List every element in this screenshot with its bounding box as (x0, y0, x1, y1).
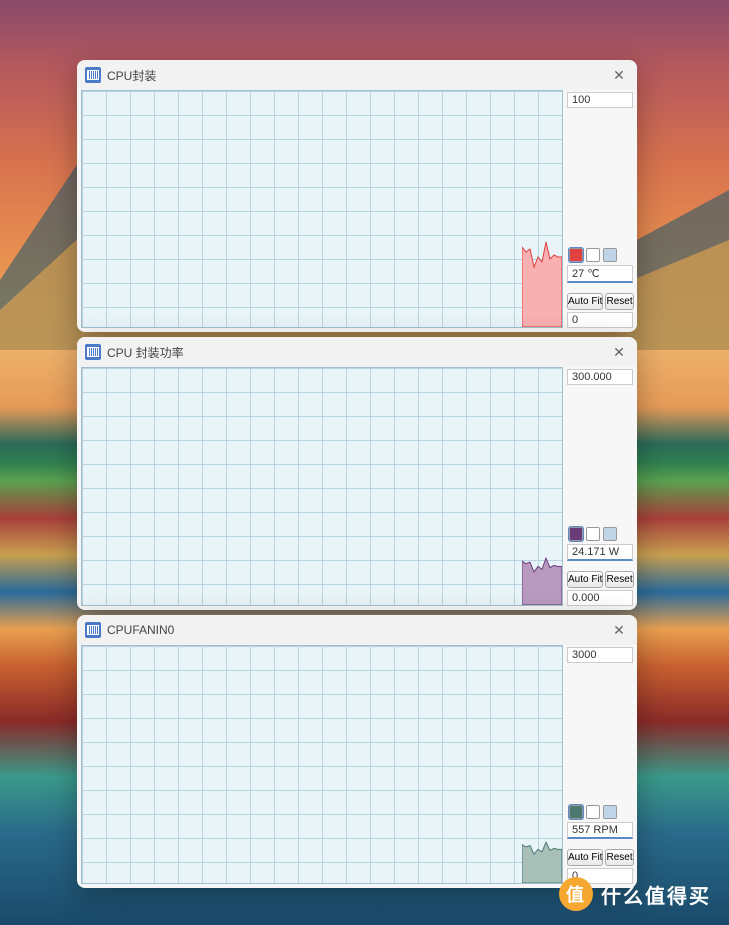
color-swatch[interactable] (586, 527, 600, 541)
current-reading[interactable]: 24.171 W (567, 544, 633, 561)
color-swatch[interactable] (603, 527, 617, 541)
monitor-panel-0: CPU封装✕ 100 27 ℃ Auto FitReset 0 (77, 60, 637, 332)
side-controls: 100 27 ℃ Auto FitReset 0 (567, 90, 637, 332)
reset-button[interactable]: Reset (605, 849, 633, 866)
titlebar[interactable]: CPU封装✕ (77, 60, 637, 90)
chart-grid (82, 646, 562, 883)
watermark-text: 什么值得买 (601, 880, 711, 909)
color-swatch[interactable] (569, 805, 583, 819)
titlebar[interactable]: CPUFANIN0✕ (77, 615, 637, 645)
chart-area[interactable] (81, 90, 563, 328)
min-value[interactable]: 0.000 (567, 590, 633, 606)
window-title: CPU封装 (107, 67, 609, 84)
min-value[interactable]: 0 (567, 312, 633, 328)
color-swatch[interactable] (586, 248, 600, 262)
window-title: CPUFANIN0 (107, 623, 609, 637)
color-swatch[interactable] (569, 248, 583, 262)
color-swatches (567, 805, 633, 819)
current-reading[interactable]: 557 RPM (567, 822, 633, 839)
chart-plot (522, 550, 562, 605)
autofit-button[interactable]: Auto Fit (567, 849, 603, 866)
color-swatch[interactable] (603, 805, 617, 819)
color-swatch[interactable] (603, 248, 617, 262)
reset-button[interactable]: Reset (605, 571, 633, 588)
app-icon (85, 67, 101, 83)
max-value[interactable]: 100 (567, 92, 633, 108)
chart-grid (82, 91, 562, 327)
window-title: CPU 封装功率 (107, 344, 609, 361)
color-swatches (567, 248, 633, 262)
current-reading[interactable]: 27 ℃ (567, 265, 633, 283)
chart-area[interactable] (81, 367, 563, 606)
reset-button[interactable]: Reset (605, 293, 633, 310)
close-icon[interactable]: ✕ (609, 620, 629, 640)
titlebar[interactable]: CPU 封装功率✕ (77, 337, 637, 367)
max-value[interactable]: 300.000 (567, 369, 633, 385)
app-icon (85, 622, 101, 638)
monitor-panel-1: CPU 封装功率✕ 300.000 24.171 W Auto FitReset 0.0… (77, 337, 637, 610)
close-icon[interactable]: ✕ (609, 65, 629, 85)
side-controls: 3000557 RPMAuto FitReset0 (567, 645, 637, 888)
max-value[interactable]: 3000 (567, 647, 633, 663)
chart-grid (82, 368, 562, 605)
chart-plot (522, 835, 562, 883)
color-swatch[interactable] (586, 805, 600, 819)
watermark-badge: 值 (559, 877, 593, 911)
autofit-button[interactable]: Auto Fit (567, 571, 603, 588)
color-swatch[interactable] (569, 527, 583, 541)
chart-area[interactable] (81, 645, 563, 884)
side-controls: 300.000 24.171 W Auto FitReset 0.000 (567, 367, 637, 610)
color-swatches (567, 527, 633, 541)
close-icon[interactable]: ✕ (609, 342, 629, 362)
chart-plot (522, 227, 562, 327)
monitor-panel-2: CPUFANIN0✕3000557 RPMAuto FitReset0 (77, 615, 637, 888)
watermark: 值 什么值得买 (559, 877, 711, 911)
autofit-button[interactable]: Auto Fit (567, 293, 603, 310)
app-icon (85, 344, 101, 360)
